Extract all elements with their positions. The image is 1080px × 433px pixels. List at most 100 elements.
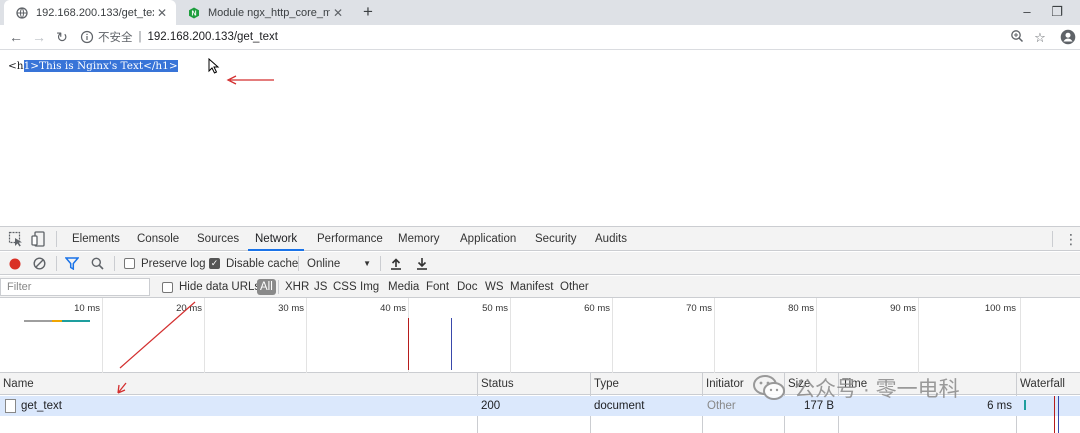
checkbox-icon <box>162 281 173 293</box>
inspect-element-icon[interactable] <box>8 231 24 247</box>
load-event-line <box>408 318 409 370</box>
timeline-label: 50 ms <box>482 303 508 314</box>
filter-type-other[interactable]: Other <box>560 276 589 298</box>
device-toolbar-icon[interactable] <box>31 231 47 247</box>
annotation-arrow-icon <box>226 75 274 85</box>
divider: | <box>138 31 142 43</box>
request-type: document <box>594 400 645 412</box>
throttling-select[interactable]: Online ▼ <box>307 252 373 275</box>
tab-network[interactable]: Network <box>248 227 305 251</box>
nginx-icon: N <box>188 7 200 19</box>
hide-data-urls-checkbox[interactable]: Hide data URLs <box>162 276 260 298</box>
timeline-label: 10 ms <box>74 303 100 314</box>
divider <box>114 256 115 271</box>
filter-icon[interactable] <box>65 252 79 275</box>
divider <box>278 280 279 294</box>
disable-cache-checkbox[interactable]: ✓ Disable cache <box>209 252 298 275</box>
tab-application[interactable]: Application <box>460 227 516 251</box>
account-icon[interactable] <box>1059 29 1077 47</box>
filter-input[interactable]: Filter <box>0 278 150 296</box>
address-bar[interactable]: 不安全 | 192.168.200.133/get_text <box>80 26 1000 48</box>
waterfall-bar <box>1024 400 1026 410</box>
waterfall-dcl-line <box>1058 396 1059 433</box>
filter-type-ws[interactable]: WS <box>485 276 504 298</box>
preserve-log-checkbox[interactable]: Preserve log <box>124 252 206 275</box>
grid-line <box>816 298 817 373</box>
network-filterbar: Filter Hide data URLs All XHR JS CSS Img… <box>0 276 1080 298</box>
tab-sources[interactable]: Sources <box>197 227 239 251</box>
divider <box>56 256 57 271</box>
grid-line <box>612 298 613 373</box>
divider <box>56 231 57 247</box>
grid-line <box>306 298 307 373</box>
filter-type-all[interactable]: All <box>257 279 276 295</box>
tab-performance[interactable]: Performance <box>317 227 383 251</box>
column-waterfall[interactable]: Waterfall <box>1017 373 1065 395</box>
minimize-icon[interactable]: – <box>1016 2 1038 22</box>
more-options-icon[interactable]: ⋮ <box>1064 227 1078 251</box>
throttling-value: Online <box>307 257 341 270</box>
url-text: 192.168.200.133/get_text <box>147 31 278 43</box>
globe-icon <box>16 6 28 19</box>
selected-text: 1>This is Nginx's Text</h1> <box>23 60 178 72</box>
filter-type-xhr[interactable]: XHR <box>285 276 309 298</box>
clear-icon[interactable] <box>33 252 46 275</box>
grid-line <box>714 298 715 373</box>
reload-icon[interactable]: ↻ <box>52 28 72 48</box>
close-icon[interactable]: ✕ <box>330 6 346 20</box>
tab-title: 192.168.200.133/get_text <box>36 6 154 19</box>
request-status: 200 <box>481 400 501 412</box>
filter-type-manifest[interactable]: Manifest <box>510 276 553 298</box>
request-bar-waiting <box>24 320 52 322</box>
column-name[interactable]: Name <box>0 373 34 395</box>
filter-type-img[interactable]: Img <box>360 276 379 298</box>
text-prefix: <h <box>8 60 24 72</box>
divider <box>1052 231 1053 247</box>
column-initiator[interactable]: Initiator <box>703 373 744 395</box>
tab-memory[interactable]: Memory <box>398 227 440 251</box>
star-icon[interactable]: ☆ <box>1031 29 1049 47</box>
checkbox-icon <box>124 258 135 269</box>
tab-strip: 192.168.200.133/get_text ✕ N Module ngx_… <box>0 0 1080 25</box>
timeline-label: 40 ms <box>380 303 406 314</box>
waterfall-load-line <box>1054 396 1055 433</box>
restore-icon[interactable]: ❐ <box>1046 2 1068 22</box>
filter-type-font[interactable]: Font <box>426 276 449 298</box>
filter-type-media[interactable]: Media <box>388 276 419 298</box>
tab-audits[interactable]: Audits <box>595 227 627 251</box>
timeline-label: 30 ms <box>278 303 304 314</box>
dropdown-arrow-icon: ▼ <box>363 259 371 268</box>
search-icon[interactable] <box>91 252 104 275</box>
divider <box>298 256 299 271</box>
svg-text:N: N <box>191 10 196 17</box>
tab-security[interactable]: Security <box>535 227 577 251</box>
watermark-text: 公众号 · 零一电科 <box>794 378 960 401</box>
back-icon[interactable]: ← <box>6 28 26 48</box>
record-icon[interactable] <box>9 252 21 275</box>
request-bar-stalled <box>52 320 62 322</box>
zoom-icon[interactable] <box>1008 29 1026 47</box>
grid-line <box>1020 298 1021 373</box>
filter-type-js[interactable]: JS <box>314 276 327 298</box>
forward-icon[interactable]: → <box>29 28 49 48</box>
network-overview-timeline[interactable]: 10 ms 20 ms 30 ms 40 ms 50 ms 60 ms 70 m… <box>0 298 1080 373</box>
tab-elements[interactable]: Elements <box>72 227 120 251</box>
annotation-arrow-icon <box>119 301 196 369</box>
close-icon[interactable]: ✕ <box>154 6 170 20</box>
timeline-label: 100 ms <box>984 303 1016 314</box>
new-tab-icon[interactable]: + <box>358 2 378 22</box>
tab-console[interactable]: Console <box>137 227 179 251</box>
export-har-icon[interactable] <box>416 252 428 275</box>
filter-type-css[interactable]: CSS <box>333 276 357 298</box>
request-name[interactable]: get_text <box>21 396 62 416</box>
info-icon[interactable] <box>80 30 94 44</box>
grid-line <box>510 298 511 373</box>
tab-ngx-module[interactable]: N Module ngx_http_core_module ✕ <box>176 0 352 25</box>
column-type[interactable]: Type <box>591 373 619 395</box>
filter-type-doc[interactable]: Doc <box>457 276 477 298</box>
tab-title: Module ngx_http_core_module <box>208 6 330 19</box>
column-status[interactable]: Status <box>478 373 514 395</box>
tab-get-text[interactable]: 192.168.200.133/get_text ✕ <box>4 0 176 25</box>
import-har-icon[interactable] <box>390 252 402 275</box>
timeline-label: 60 ms <box>584 303 610 314</box>
